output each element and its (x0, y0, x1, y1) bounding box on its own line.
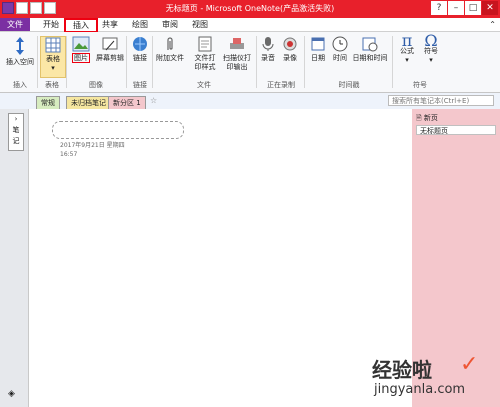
symbol-label: 符号 (424, 47, 438, 55)
insert-space-button[interactable]: 插入空间 (4, 36, 36, 67)
microphone-icon (262, 37, 274, 51)
picture-icon (72, 36, 90, 52)
picture-label: 图片 (72, 53, 90, 63)
calendar-icon (311, 37, 325, 51)
notebook-nav-pane: › 笔记 ◈ (0, 109, 29, 407)
add-section-icon[interactable]: ☆ (150, 96, 157, 105)
minimize-button[interactable]: – (448, 1, 464, 15)
window-title: 无标题页 - Microsoft OneNote(产品激活失败) (165, 4, 335, 13)
new-page-icon: 🗎 (416, 114, 422, 122)
tab-view[interactable]: 视图 (188, 19, 212, 31)
group-separator (66, 36, 67, 88)
tab-draw[interactable]: 绘图 (128, 19, 152, 31)
watermark-cn: 经验啦 (372, 358, 432, 382)
insert-space-label: 插入空间 (6, 58, 34, 66)
page-body: 2017年9月21日 星期四 16:57 (30, 109, 413, 407)
video-camera-icon (283, 37, 297, 51)
page-canvas[interactable]: 2017年9月21日 星期四 16:57 (30, 109, 413, 407)
group-label-insert: 插入 (13, 81, 27, 89)
symbol-button[interactable]: Ω 符号 ▾ (420, 31, 442, 65)
picture-button[interactable]: 图片 (68, 36, 94, 63)
title-bar: 无标题页 - Microsoft OneNote(产品激活失败) ? – □ ✕ (0, 0, 500, 18)
section-bar: 常规 未归档笔记 新分区 1 ☆ 搜索所有笔记本(Ctrl+E) (0, 93, 500, 109)
date-time-label: 日期和时间 (352, 54, 388, 62)
record-audio-button[interactable]: 录音 (258, 36, 278, 63)
page-date-text: 2017年9月21日 星期四 (60, 142, 125, 149)
group-separator (152, 36, 153, 88)
section-tab-new-section[interactable]: 新分区 1 (108, 96, 146, 109)
table-label: 表格 (46, 55, 60, 63)
group-separator (37, 36, 38, 88)
tab-home[interactable]: 开始 (40, 19, 62, 31)
group-separator (256, 36, 257, 88)
date-time-button[interactable]: 日期和时间 (352, 36, 388, 63)
link-label: 链接 (133, 54, 147, 62)
section-tab-general[interactable]: 常规 (36, 96, 60, 109)
checkmark-icon: ✓ (460, 352, 479, 377)
date-label: 日期 (311, 54, 325, 62)
equation-button[interactable]: π 公式 ▾ (396, 31, 418, 65)
tab-review[interactable]: 审阅 (158, 19, 182, 31)
date-button[interactable]: 日期 (308, 36, 328, 63)
search-input[interactable]: 搜索所有笔记本(Ctrl+E) (388, 95, 494, 106)
group-label-links: 链接 (133, 81, 147, 89)
group-label-recording: 正在录制 (267, 81, 295, 89)
group-label-files: 文件 (197, 81, 211, 89)
time-button[interactable]: 时间 (330, 36, 350, 63)
scanner-icon (230, 38, 244, 49)
section-tab-unfiled[interactable]: 未归档笔记 (66, 96, 111, 109)
page-title-input[interactable] (52, 121, 184, 139)
scanner-printout-label: 扫描仪打印输出 (223, 54, 251, 71)
file-printout-button[interactable]: 文件打印样式 (190, 36, 220, 72)
paperclip-icon (167, 37, 173, 50)
group-separator (392, 36, 393, 88)
close-button[interactable]: ✕ (482, 1, 498, 15)
record-video-button[interactable]: 录像 (280, 36, 300, 63)
tab-share[interactable]: 共享 (98, 19, 122, 31)
maximize-button[interactable]: □ (465, 1, 481, 15)
table-icon (45, 37, 61, 53)
record-video-label: 录像 (283, 54, 297, 62)
group-label-symbols: 符号 (413, 81, 427, 89)
group-label-timestamp: 时间戳 (338, 81, 360, 89)
link-button[interactable]: 链接 (130, 36, 150, 63)
help-icon[interactable]: ? (431, 1, 447, 15)
omega-icon: Ω (424, 31, 438, 50)
group-label-images: 图像 (89, 81, 103, 89)
group-separator (126, 36, 127, 88)
ribbon-tabs: 文件 开始 插入 共享 绘图 审阅 视图 ⌃ (0, 18, 500, 33)
ribbon: 插入空间 表格 ▾ 图片 屏幕剪辑 链接 附加文件 文件打印样式 扫描仪打印输出 … (0, 32, 500, 93)
new-page-button[interactable]: 🗎 新页 (416, 113, 438, 125)
calendar-clock-icon (362, 37, 378, 52)
record-audio-label: 录音 (261, 54, 275, 62)
time-label: 时间 (333, 54, 347, 62)
tab-file[interactable]: 文件 (0, 18, 30, 31)
scanner-printout-button[interactable]: 扫描仪打印输出 (220, 36, 254, 72)
watermark: 经验啦 jingyanla.com ✓ (360, 352, 500, 407)
pi-icon: π (401, 31, 413, 50)
page-list-item[interactable]: 无标题页 (416, 125, 496, 135)
link-globe-icon (133, 37, 147, 51)
screen-clipping-icon (102, 37, 118, 51)
screen-clipping-label: 屏幕剪辑 (96, 54, 124, 62)
clock-icon (332, 36, 348, 52)
ribbon-collapse-icon[interactable]: ⌃ (489, 20, 496, 29)
equation-label: 公式 (400, 47, 414, 55)
table-button[interactable]: 表格 ▾ (40, 36, 66, 78)
attach-file-label: 附加文件 (156, 54, 184, 62)
file-printout-label: 文件打印样式 (194, 54, 216, 71)
insert-space-icon (16, 37, 24, 55)
page-time-text: 16:57 (60, 151, 78, 158)
new-page-label: 新页 (423, 114, 438, 122)
group-label-table: 表格 (45, 81, 59, 89)
page-date: 2017年9月21日 星期四 16:57 (60, 141, 125, 159)
tab-insert[interactable]: 插入 (64, 18, 98, 33)
group-separator (304, 36, 305, 88)
file-printout-icon (198, 36, 212, 52)
screen-clipping-button[interactable]: 屏幕剪辑 (96, 36, 124, 63)
watermark-en: jingyanla.com (374, 382, 466, 397)
attach-file-button[interactable]: 附加文件 (154, 36, 186, 63)
tag-icon[interactable]: ◈ (8, 389, 15, 399)
expand-notebook-pane-button[interactable]: › 笔记 (8, 113, 24, 151)
